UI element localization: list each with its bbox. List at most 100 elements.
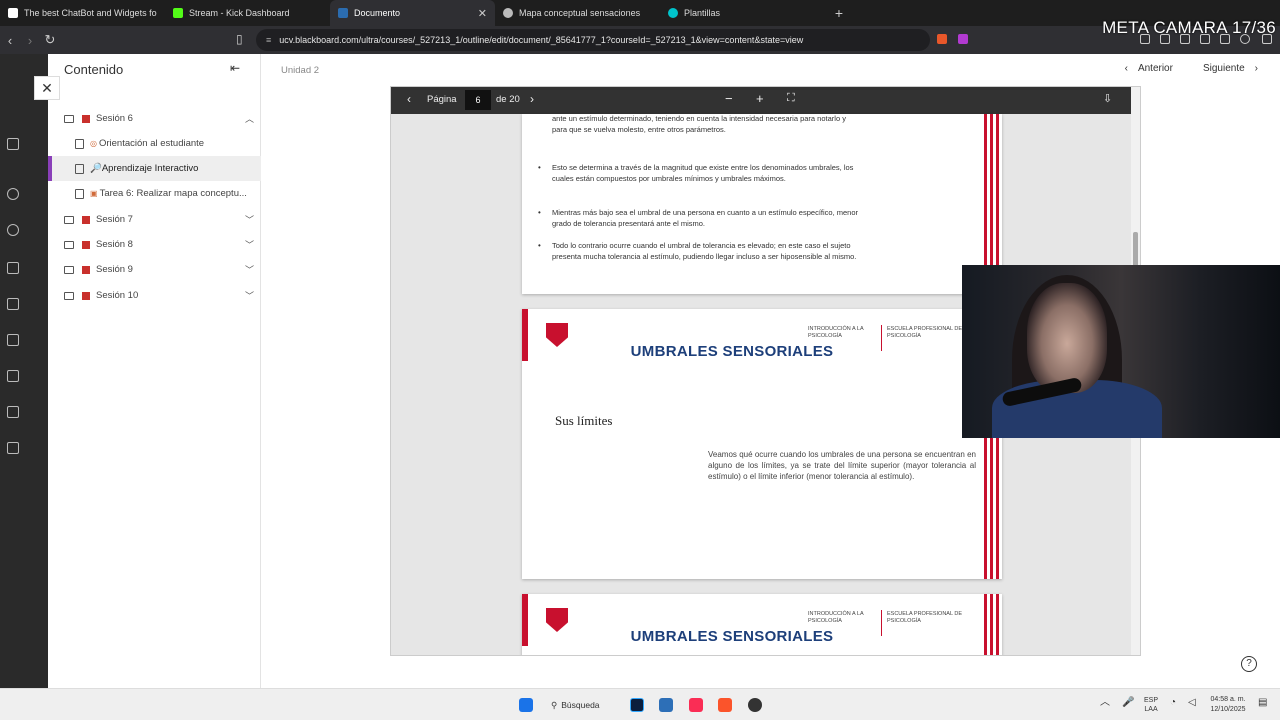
folder-icon [64, 291, 74, 300]
chevron-down-icon[interactable]: ﹀ [245, 263, 254, 276]
breadcrumb[interactable]: Unidad 2 [281, 65, 319, 76]
sidebar-item-sesion-6[interactable]: Sesión 6 ︿ [48, 106, 261, 131]
chevron-down-icon[interactable]: ﹀ [245, 238, 254, 251]
sidebar-item-aprendizaje[interactable]: 🔎Aprendizaje Interactivo [48, 156, 261, 181]
webcam-person-face [1027, 283, 1107, 393]
chevron-up-icon[interactable]: ︿ [245, 112, 254, 125]
sidebar-item-orientacion[interactable]: ◎ Orientación al estudiante [48, 131, 261, 156]
clock-time[interactable]: 04:58 a. m. [1208, 695, 1248, 704]
zoom-in-icon[interactable]: + [756, 91, 764, 106]
institution-icon[interactable] [7, 138, 19, 150]
sidebar-item-sesion-10[interactable]: Sesión 10 ﹀ [48, 283, 261, 308]
rewards-icon[interactable] [958, 34, 968, 44]
messages-icon[interactable] [7, 334, 19, 346]
bullet-icon: • [538, 163, 541, 172]
fullscreen-icon[interactable]: ⛶ [787, 92, 795, 105]
course-label: INTRODUCCIÓN A LA PSICOLOGÍA [808, 326, 864, 339]
site-info-icon[interactable]: ≡ [266, 35, 271, 45]
document-icon [75, 163, 84, 174]
red-square-icon [82, 215, 90, 224]
slide-red-bar [522, 309, 528, 361]
windows-start-icon[interactable] [519, 698, 533, 712]
photoshop-icon[interactable] [630, 698, 644, 712]
taskbar: ⚲ Búsqueda ︿ 🎤 ESP LAA ◔ ◁ 04:58 a. m. 1… [0, 688, 1280, 720]
obs-icon[interactable] [748, 698, 762, 712]
next-page-icon[interactable]: › [530, 92, 534, 106]
page-count: de 20 [496, 94, 520, 105]
new-tab-button[interactable]: + [829, 5, 849, 21]
collapse-sidebar-icon[interactable]: ⇤ [230, 61, 240, 75]
slide-paragraph: Veamos qué ocurre cuando los umbrales de… [708, 450, 976, 481]
sidebar-item-sesion-9[interactable]: Sesión 9 ﹀ [48, 257, 261, 282]
search-icon[interactable] [7, 188, 19, 200]
next-button[interactable]: Siguiente [1203, 63, 1245, 74]
help-icon[interactable]: ? [1241, 656, 1257, 672]
calculator-icon[interactable] [659, 698, 673, 712]
tray-chevron-icon[interactable]: ︿ [1100, 698, 1110, 708]
clock-date[interactable]: 12/10/2025 [1208, 705, 1248, 714]
music-icon[interactable] [689, 698, 703, 712]
badge-icon: ◎ [90, 139, 97, 148]
sidebar-item-tarea-6[interactable]: ▣ Tarea 6: Realizar mapa conceptu... [48, 181, 261, 206]
sidebar-item-label: Sesión 9 [96, 264, 133, 275]
page-text: Todo lo contrario ocurre cuando el umbra… [552, 241, 857, 261]
wifi-icon[interactable]: ◔ [1170, 698, 1176, 708]
taskbar-search[interactable]: ⚲ Búsqueda [551, 697, 617, 713]
chevron-left-icon[interactable]: ‹ [1125, 63, 1128, 74]
calendar-icon[interactable] [7, 298, 19, 310]
assignment-icon [75, 188, 84, 199]
content-sidebar: Contenido ⇤ ✕ Sesión 6 ︿ ◎ Orientación a… [34, 54, 261, 688]
back-icon[interactable]: ‹ [0, 33, 20, 48]
close-tab-icon[interactable]: ✕ [478, 7, 487, 20]
notifications-icon[interactable]: ▤ [1258, 698, 1267, 708]
prev-page-icon[interactable]: ‹ [407, 92, 411, 106]
course-label: INTRODUCCIÓN A LA PSICOLOGÍA [808, 611, 864, 624]
header-divider [881, 325, 882, 351]
school-label: ESCUELA PROFESIONAL DE PSICOLOGÍA [887, 611, 962, 624]
sidebar-item-label: Sesión 7 [96, 214, 133, 225]
close-icon[interactable]: ✕ [34, 76, 60, 100]
tab-documento[interactable]: Documento ✕ [330, 0, 495, 26]
folder-icon [64, 240, 74, 249]
sidebar-title: Contenido [64, 62, 124, 77]
university-logo-icon [546, 323, 568, 347]
folder-icon [64, 114, 74, 123]
reload-icon[interactable]: ↻ [40, 32, 60, 48]
sidebar-item-label: Sesión 8 [96, 239, 133, 250]
url-field[interactable]: ≡ ucv.blackboard.com/ultra/courses/_5272… [256, 29, 930, 51]
signout-icon[interactable] [7, 442, 19, 454]
tab-plantillas[interactable]: Plantillas [660, 0, 825, 26]
slide-title: UMBRALES SENSORIALES [630, 628, 834, 645]
sidebar-item-sesion-7[interactable]: Sesión 7 ﹀ [48, 207, 261, 232]
volume-icon[interactable]: ◁ [1188, 698, 1196, 708]
bookmark-icon[interactable]: ▯ [236, 32, 243, 46]
tab-chatbot[interactable]: The best ChatBot and Widgets fo [0, 0, 165, 26]
tab-kick[interactable]: Stream - Kick Dashboard [165, 0, 330, 26]
tools-icon[interactable] [7, 406, 19, 418]
sidebar-item-sesion-8[interactable]: Sesión 8 ﹀ [48, 232, 261, 257]
zoom-out-icon[interactable]: − [725, 91, 733, 106]
slide-red-bar [522, 594, 528, 646]
bullet-icon: • [538, 208, 541, 217]
page-label: Página [427, 94, 457, 105]
search-icon: ⚲ [551, 699, 558, 710]
page-text: Mientras más bajo sea el umbral de una p… [552, 208, 859, 228]
header-divider [881, 610, 882, 636]
download-icon[interactable]: ⇩ [1103, 92, 1112, 105]
brave-icon[interactable] [718, 698, 732, 712]
page-text: ante un estímulo determinado, teniendo e… [552, 114, 846, 134]
forward-icon[interactable]: › [20, 33, 40, 48]
language-indicator[interactable]: ESP LAA [1144, 696, 1158, 714]
chevron-right-icon[interactable]: › [1255, 63, 1258, 74]
courses-icon[interactable] [7, 262, 19, 274]
chevron-down-icon[interactable]: ﹀ [245, 213, 254, 226]
tab-mapa[interactable]: Mapa conceptual sensaciones [495, 0, 660, 26]
previous-button[interactable]: Anterior [1138, 63, 1173, 74]
microphone-tray-icon[interactable]: 🎤 [1122, 698, 1134, 708]
chatbot-favicon-icon [8, 8, 18, 18]
grades-icon[interactable] [7, 370, 19, 382]
page-number-input[interactable]: 6 [465, 90, 491, 110]
brave-shield-icon[interactable] [937, 34, 947, 44]
chevron-down-icon[interactable]: ﹀ [245, 289, 254, 302]
globe-icon[interactable] [7, 224, 19, 236]
